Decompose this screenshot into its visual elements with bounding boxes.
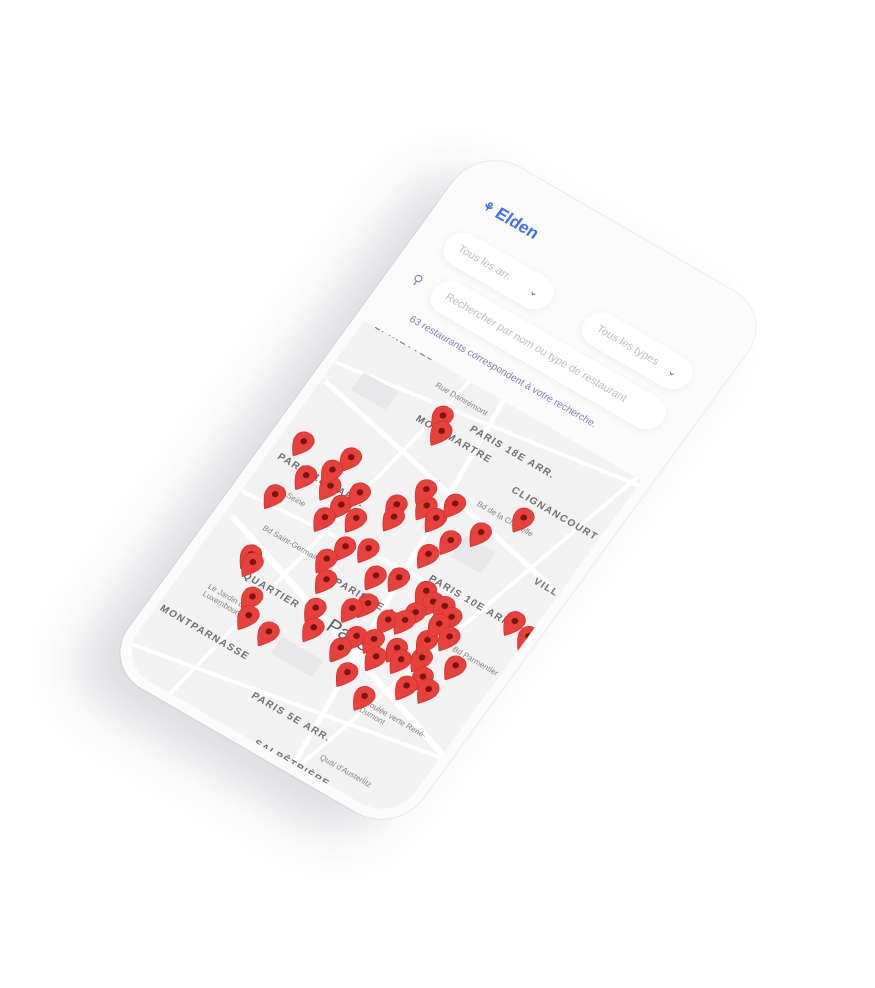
chevron-down-icon: ⌄ — [526, 284, 542, 300]
map-block — [270, 636, 324, 678]
app-screen: ⚘ Elden Tous les arr. ⌄ Tous les types ⌄… — [116, 157, 760, 823]
arrondissement-select-value: Tous les arr. — [455, 243, 514, 283]
search-icon: ⚲ — [408, 270, 427, 289]
logo[interactable]: ⚘ Elden — [477, 196, 543, 243]
phone-frame: ⚘ Elden Tous les arr. ⌄ Tous les types ⌄… — [101, 144, 775, 836]
map-block — [350, 372, 399, 411]
types-select-value: Tous les types — [593, 323, 662, 368]
map-pin-icon[interactable] — [209, 729, 243, 762]
logo-text: Elden — [491, 204, 543, 243]
map-label: VILLETTE — [531, 576, 589, 615]
chevron-down-icon: ⌄ — [665, 364, 681, 380]
